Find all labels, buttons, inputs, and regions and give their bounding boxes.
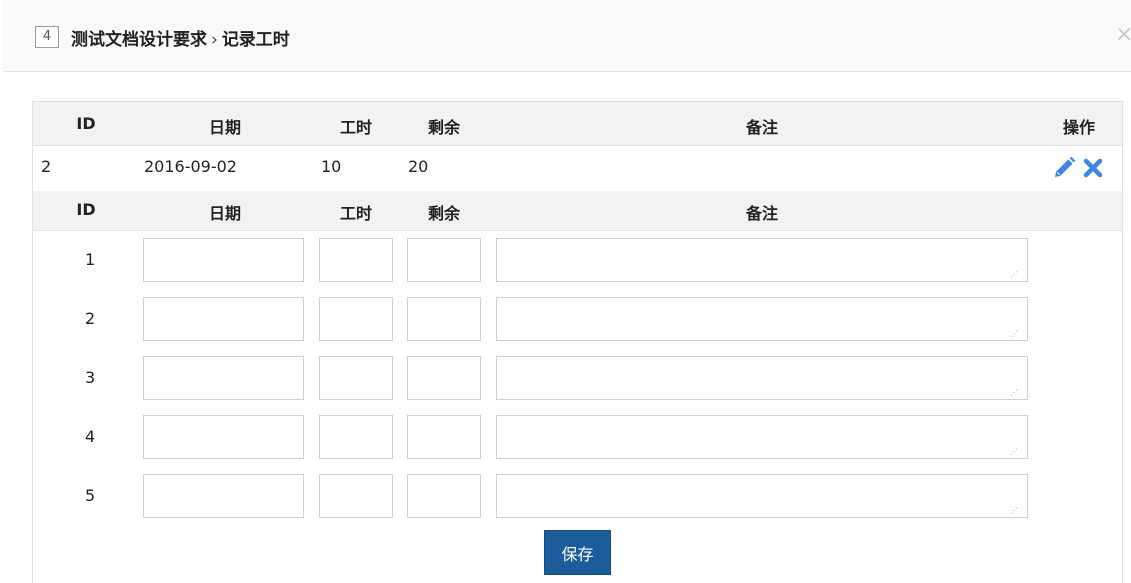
note-textarea[interactable] [496, 297, 1028, 341]
date-input[interactable] [143, 356, 304, 400]
remaining-input[interactable] [407, 238, 481, 282]
record-hours-modal: 4 测试文档设计要求 › 记录工时 × ID 日期 工时 剩余 备注 操作 2 20… [0, 0, 1131, 583]
column-header-id: ID [76, 114, 96, 133]
modal-header: 4 测试文档设计要求 › 记录工时 × [3, 0, 1131, 72]
input-row: 1 ⋰ [33, 238, 1122, 284]
column-header-date: 日期 [208, 204, 242, 223]
input-row: 2 ⋰ [33, 297, 1122, 343]
table-header-row: ID 日期 工时 剩余 备注 操作 [33, 102, 1122, 146]
date-input[interactable] [143, 474, 304, 518]
task-name: 测试文档设计要求 [71, 30, 207, 50]
column-header-remaining: 剩余 [427, 204, 461, 223]
note-textarea[interactable] [496, 356, 1028, 400]
task-id-badge: 4 [35, 26, 59, 48]
note-textarea[interactable] [496, 474, 1028, 518]
column-header-hours: 工时 [339, 204, 373, 223]
modal-title: 测试文档设计要求 › 记录工时 [71, 25, 290, 50]
input-row: 5 ⋰ [33, 474, 1122, 520]
note-textarea[interactable] [496, 415, 1028, 459]
hours-input[interactable] [319, 238, 393, 282]
column-header-note: 备注 [745, 118, 779, 137]
hours-input[interactable] [319, 356, 393, 400]
pencil-icon[interactable] [1052, 156, 1076, 180]
save-button[interactable]: 保存 [544, 530, 611, 575]
close-button[interactable]: × [1115, 23, 1131, 47]
remaining-input[interactable] [407, 297, 481, 341]
input-row: 4 ⋰ [33, 415, 1122, 461]
hours-input[interactable] [319, 415, 393, 459]
cell-id: 2 [41, 157, 52, 176]
column-header-hours: 工时 [339, 118, 373, 137]
hours-input[interactable] [319, 297, 393, 341]
close-x-icon[interactable] [1083, 158, 1103, 178]
remaining-input[interactable] [407, 415, 481, 459]
column-header-date: 日期 [208, 118, 242, 137]
note-textarea[interactable] [496, 238, 1028, 282]
input-header-row: ID 日期 工时 剩余 备注 [33, 191, 1122, 231]
hours-input[interactable] [319, 474, 393, 518]
remaining-input[interactable] [407, 474, 481, 518]
column-header-remaining: 剩余 [427, 118, 461, 137]
remaining-input[interactable] [407, 356, 481, 400]
hours-table: ID 日期 工时 剩余 备注 操作 2 2016-09-02 10 20 ID … [32, 101, 1123, 583]
breadcrumb-separator: › [211, 30, 218, 50]
dialog-name: 记录工时 [221, 30, 290, 50]
cell-hours: 10 [321, 157, 342, 176]
date-input[interactable] [143, 415, 304, 459]
input-row: 3 ⋰ [33, 356, 1122, 402]
date-input[interactable] [143, 297, 304, 341]
cell-remaining: 20 [408, 157, 429, 176]
cell-date: 2016-09-02 [144, 157, 237, 176]
column-header-id: ID [76, 200, 96, 219]
table-row: 2 2016-09-02 10 20 [33, 146, 1122, 191]
column-header-actions: 操作 [1062, 118, 1096, 137]
date-input[interactable] [143, 238, 304, 282]
column-header-note: 备注 [745, 204, 779, 223]
